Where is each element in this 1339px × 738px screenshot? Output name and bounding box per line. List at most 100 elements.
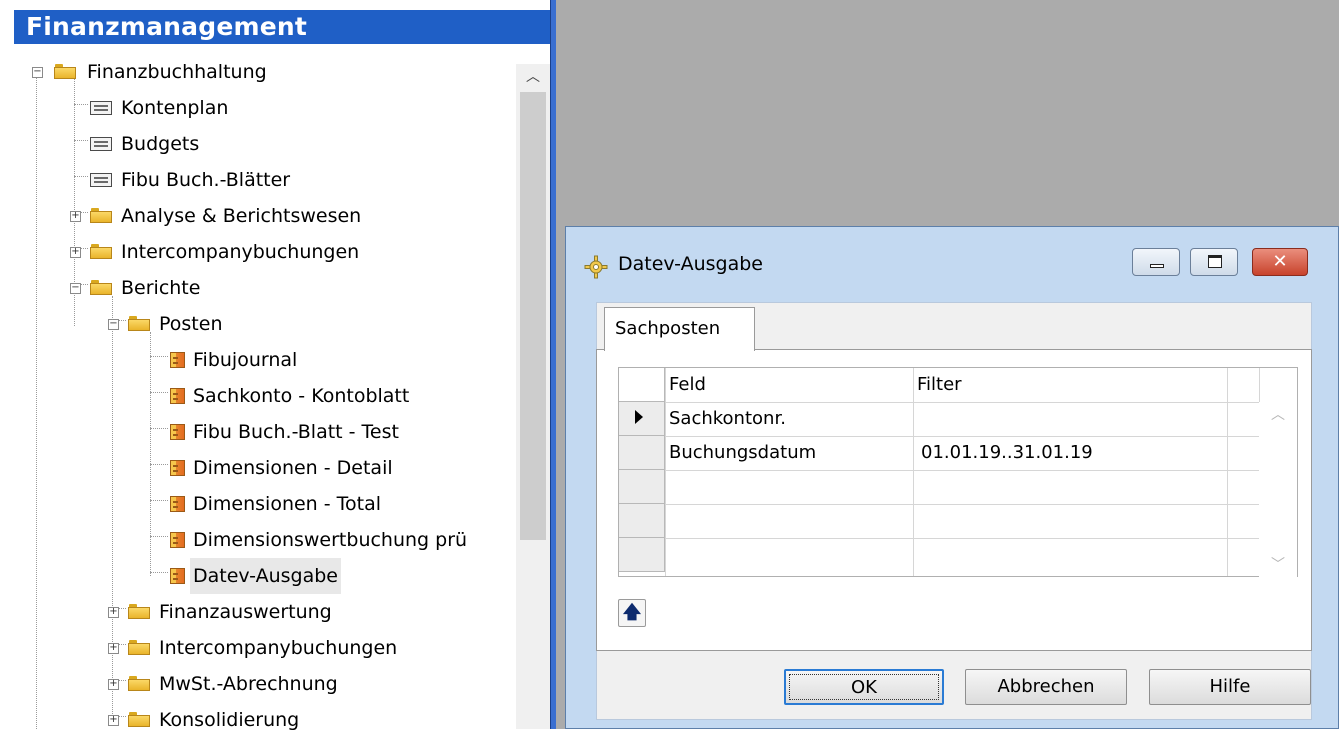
field-cell[interactable]: Sachkontonr.: [669, 408, 786, 429]
tree-item-label: Dimensionen - Detail: [193, 457, 393, 479]
tree-item-fibu-buch-blatt-test[interactable]: Fibu Buch.-Blatt - Test: [170, 414, 402, 450]
row-selector[interactable]: [619, 436, 665, 470]
tree-item-dimensionen-total[interactable]: Dimensionen - Total: [170, 486, 384, 522]
scroll-up-icon[interactable]: ︿: [1259, 402, 1297, 428]
close-button[interactable]: ✕: [1252, 248, 1308, 276]
pane-left-border: [0, 0, 14, 729]
expand-icon[interactable]: +: [108, 643, 119, 654]
report-icon: [170, 496, 185, 512]
move-up-button[interactable]: 🡅: [618, 599, 646, 627]
tree-item-label: Sachkonto - Kontoblatt: [193, 385, 410, 407]
tree-item-fibu-buch-blaetter[interactable]: Fibu Buch.-Blätter: [90, 162, 293, 198]
scroll-down-icon[interactable]: ﹀: [1259, 552, 1297, 578]
report-icon: [170, 352, 185, 368]
navigation-scrollbar[interactable]: ︿: [516, 64, 550, 729]
report-icon: [170, 424, 185, 440]
report-icon: [170, 460, 185, 476]
tree-item-dimensionswertbuchung[interactable]: Dimensionswertbuchung prü: [170, 522, 516, 558]
folder-icon: [90, 280, 112, 295]
help-button[interactable]: Hilfe: [1149, 669, 1311, 705]
tree-item-label: Datev-Ausgabe: [190, 558, 341, 594]
tree-item-datev-ausgabe[interactable]: Datev-Ausgabe: [170, 558, 341, 594]
expand-icon[interactable]: +: [108, 679, 119, 690]
minimize-icon: [1150, 264, 1164, 268]
collapse-icon[interactable]: −: [70, 283, 81, 294]
tree-item-label: Intercompanybuchungen: [159, 637, 398, 659]
page-icon: [90, 101, 112, 115]
tree-item-finanzauswertung[interactable]: + Finanzauswertung: [108, 594, 335, 630]
maximize-icon: [1208, 255, 1222, 268]
filter-cell[interactable]: 01.01.19..31.01.19: [921, 442, 1093, 463]
tree-item-label: Fibu Buch.-Blatt - Test: [193, 421, 399, 443]
tree-item-konsolidierung[interactable]: + Konsolidierung: [108, 702, 302, 738]
folder-icon: [128, 712, 150, 727]
field-cell[interactable]: Buchungsdatum: [669, 442, 816, 463]
tree-item-dimensionen-detail[interactable]: Dimensionen - Detail: [170, 450, 396, 486]
ok-button[interactable]: OK: [784, 669, 944, 705]
tree-item-intercompanybuchungen-berichte[interactable]: + Intercompanybuchungen: [108, 630, 400, 666]
row-selector[interactable]: [619, 402, 665, 436]
tree-item-mwst-abrechnung[interactable]: + MwSt.-Abrechnung: [108, 666, 341, 702]
expand-icon[interactable]: +: [108, 607, 119, 618]
tree-item-label: Finanzauswertung: [159, 601, 332, 623]
row-selector[interactable]: [619, 538, 665, 572]
navigation-header: Finanzmanagement: [14, 10, 550, 44]
tree-item-label: Fibujournal: [193, 349, 298, 371]
page-icon: [90, 137, 112, 151]
scrollbar-thumb[interactable]: [520, 92, 546, 540]
maximize-button[interactable]: [1190, 248, 1238, 276]
tree-item-label: Dimensionen - Total: [193, 493, 382, 515]
expand-icon[interactable]: +: [70, 211, 81, 222]
grid-scrollbar[interactable]: ︿ ﹀: [1259, 402, 1297, 578]
minimize-button[interactable]: [1132, 248, 1180, 276]
tree-item-budgets[interactable]: Budgets: [90, 126, 202, 162]
tree-item-fibujournal[interactable]: Fibujournal: [170, 342, 300, 378]
tree-item-analyse-berichtswesen[interactable]: + Analyse & Berichtswesen: [70, 198, 364, 234]
cancel-button[interactable]: Abbrechen: [965, 669, 1127, 705]
datev-ausgabe-dialog: Datev-Ausgabe ✕ Sachposten Feld Filter S…: [565, 226, 1339, 729]
tree-item-label: MwSt.-Abrechnung: [159, 673, 338, 695]
page-icon: [90, 173, 112, 187]
tree-item-label: Intercompanybuchungen: [121, 241, 360, 263]
tree-item-posten[interactable]: − Posten: [108, 306, 226, 342]
scroll-up-icon[interactable]: ︿: [516, 64, 550, 90]
tree-item-label: Budgets: [121, 133, 200, 155]
tree-item-label: Kontenplan: [121, 97, 229, 119]
navigation-pane: Finanzmanagement − Finanzbuchhaltung Kon…: [0, 0, 556, 731]
expand-icon[interactable]: +: [70, 247, 81, 258]
tree-item-label: Finanzbuchhaltung: [87, 61, 267, 83]
collapse-icon[interactable]: −: [32, 67, 43, 78]
column-header-feld[interactable]: Feld: [669, 374, 706, 395]
column-header-filter[interactable]: Filter: [917, 374, 962, 395]
filter-grid: Feld Filter Sachkontonr. Buchungsdatum 0…: [618, 367, 1298, 578]
tree-item-label: Berichte: [121, 277, 201, 299]
row-selector[interactable]: [619, 470, 665, 504]
tree-item-label: Fibu Buch.-Blätter: [121, 169, 291, 191]
folder-icon: [54, 64, 76, 79]
collapse-icon[interactable]: −: [108, 319, 119, 330]
gear-icon: [584, 255, 608, 279]
tree-item-label: Posten: [159, 313, 223, 335]
tab-sachposten[interactable]: Sachposten: [604, 307, 755, 351]
close-icon: ✕: [1272, 251, 1288, 272]
row-selector[interactable]: [619, 504, 665, 538]
tree-item-label: Konsolidierung: [159, 709, 300, 731]
report-icon: [170, 388, 185, 404]
arrow-up-icon: 🡅: [622, 602, 642, 623]
folder-icon: [128, 640, 150, 655]
tree-item-berichte[interactable]: − Berichte: [70, 270, 203, 306]
expand-icon[interactable]: +: [108, 715, 119, 726]
folder-icon: [90, 244, 112, 259]
tree-item-label: Analyse & Berichtswesen: [121, 205, 362, 227]
tree-item-sachkonto-kontoblatt[interactable]: Sachkonto - Kontoblatt: [170, 378, 412, 414]
report-icon: [170, 568, 185, 584]
dialog-title: Datev-Ausgabe: [618, 253, 763, 275]
tree-item-label: Dimensionswertbuchung prü: [193, 529, 468, 551]
grid-corner-cell: [619, 368, 665, 402]
tree-item-intercompanybuchungen[interactable]: + Intercompanybuchungen: [70, 234, 362, 270]
tree-item-finanzbuchhaltung[interactable]: − Finanzbuchhaltung: [32, 54, 270, 90]
tree-item-kontenplan[interactable]: Kontenplan: [90, 90, 231, 126]
folder-icon: [90, 208, 112, 223]
cancel-button-label: Abbrechen: [997, 676, 1095, 697]
navigation-tree: − Finanzbuchhaltung Kontenplan Budgets F…: [14, 50, 550, 731]
